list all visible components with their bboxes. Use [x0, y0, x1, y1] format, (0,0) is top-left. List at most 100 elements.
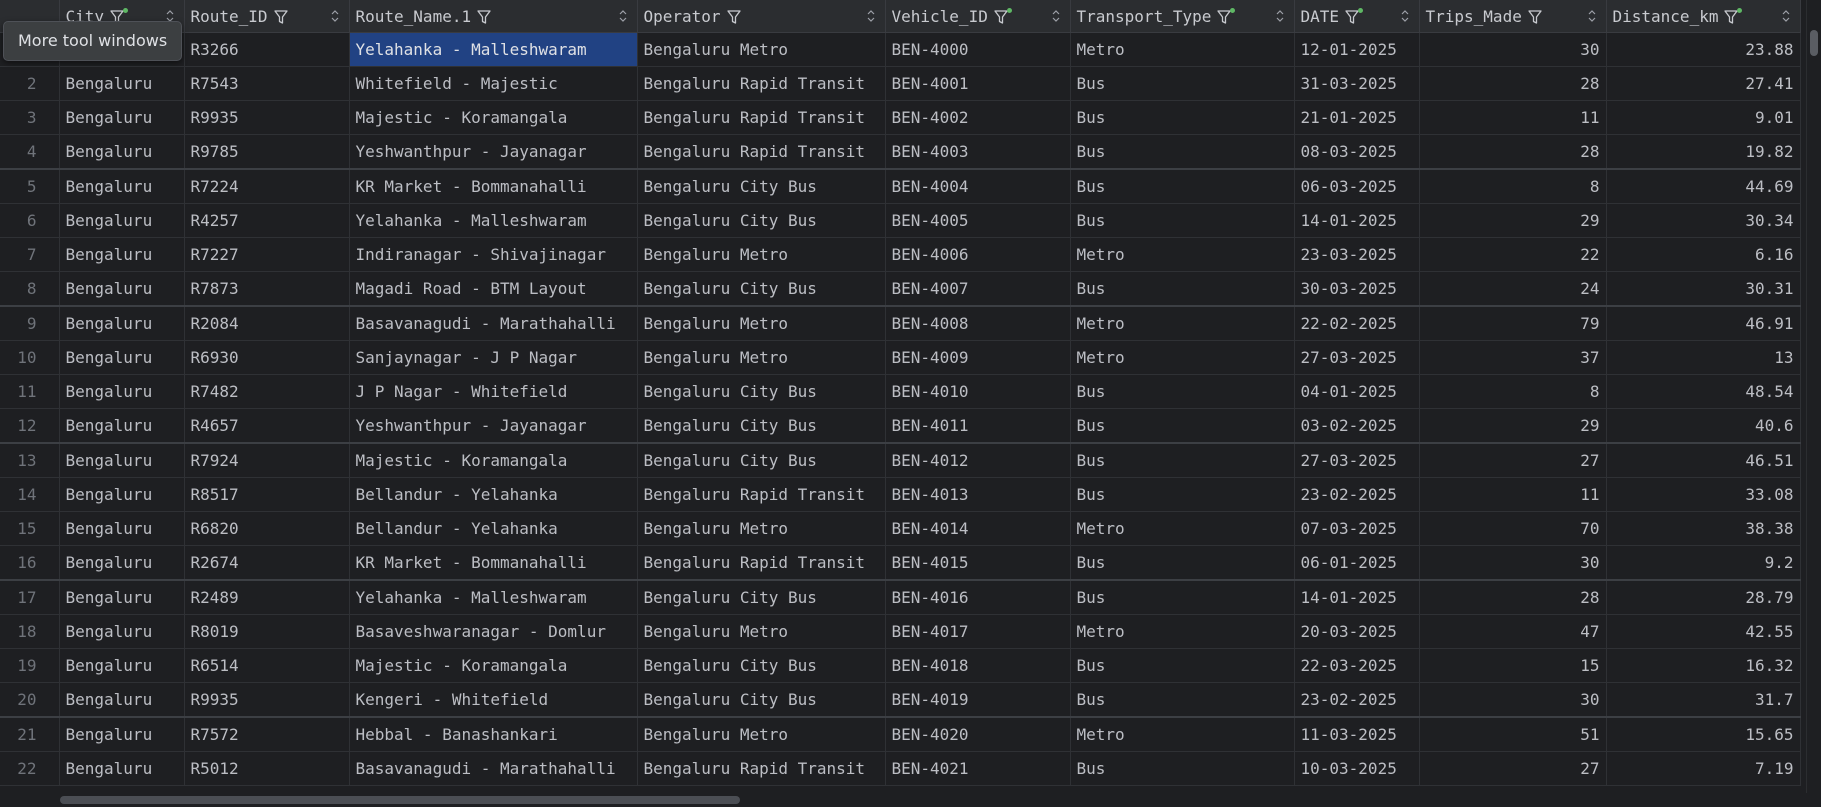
cell-city[interactable]: Bengaluru	[59, 579, 185, 615]
column-header-date[interactable]: DATE	[1294, 0, 1420, 33]
sort-icon[interactable]	[867, 8, 875, 22]
cell-trips-made[interactable]: 30	[1419, 682, 1607, 718]
table-row[interactable]: 6 Bengaluru R4257 Yelahanka - Malleshwaram B…	[0, 203, 1801, 238]
filter-icon[interactable]	[994, 7, 1012, 25]
cell-vehicle-id[interactable]: BEN-4000	[885, 32, 1071, 67]
cell-route-id[interactable]: R8517	[184, 477, 350, 512]
cell-operator[interactable]: Bengaluru City Bus	[637, 682, 886, 718]
cell-route-name-selected[interactable]: Yelahanka - Malleshwaram	[349, 32, 638, 67]
cell-route-name[interactable]: Majestic - Koramangala	[349, 442, 638, 478]
column-header-vehicle-id[interactable]: Vehicle_ID	[885, 0, 1071, 33]
cell-operator[interactable]: Bengaluru City Bus	[637, 648, 886, 683]
cell-vehicle-id[interactable]: BEN-4002	[885, 100, 1071, 135]
cell-city[interactable]: Bengaluru	[59, 716, 185, 752]
table-row[interactable]: 10 Bengaluru R6930 Sanjaynagar - J P Nagar B…	[0, 340, 1801, 375]
cell-transport-type[interactable]: Bus	[1070, 271, 1295, 307]
cell-trips-made[interactable]: 11	[1419, 477, 1607, 512]
cell-date[interactable]: 11-03-2025	[1294, 716, 1420, 752]
cell-operator[interactable]: Bengaluru Rapid Transit	[637, 134, 886, 170]
cell-route-id[interactable]: R5012	[184, 751, 350, 786]
cell-transport-type[interactable]: Bus	[1070, 579, 1295, 615]
cell-operator[interactable]: Bengaluru Metro	[637, 340, 886, 375]
horizontal-scrollbar-thumb[interactable]	[60, 796, 740, 804]
table-row[interactable]: 11 Bengaluru R7482 J P Nagar - Whitefield Be…	[0, 374, 1801, 409]
cell-distance-km[interactable]: 23.88	[1606, 32, 1801, 67]
cell-city[interactable]: Bengaluru	[59, 100, 185, 135]
cell-trips-made[interactable]: 28	[1419, 134, 1607, 170]
cell-date[interactable]: 04-01-2025	[1294, 374, 1420, 409]
cell-trips-made[interactable]: 28	[1419, 66, 1607, 101]
cell-operator[interactable]: Bengaluru City Bus	[637, 168, 886, 204]
cell-trips-made[interactable]: 28	[1419, 579, 1607, 615]
cell-operator[interactable]: Bengaluru Rapid Transit	[637, 100, 886, 135]
cell-operator[interactable]: Bengaluru City Bus	[637, 579, 886, 615]
cell-city[interactable]: Bengaluru	[59, 511, 185, 546]
cell-transport-type[interactable]: Metro	[1070, 32, 1295, 67]
cell-route-id[interactable]: R6820	[184, 511, 350, 546]
cell-route-name[interactable]: Majestic - Koramangala	[349, 100, 638, 135]
cell-route-name[interactable]: Bellandur - Yelahanka	[349, 511, 638, 546]
cell-city[interactable]: Bengaluru	[59, 271, 185, 307]
cell-date[interactable]: 06-03-2025	[1294, 168, 1420, 204]
cell-trips-made[interactable]: 8	[1419, 374, 1607, 409]
cell-route-id[interactable]: R7227	[184, 237, 350, 272]
sort-icon[interactable]	[331, 8, 339, 22]
cell-distance-km[interactable]: 13	[1606, 340, 1801, 375]
cell-transport-type[interactable]: Metro	[1070, 305, 1295, 341]
cell-city[interactable]: Bengaluru	[59, 545, 185, 581]
cell-date[interactable]: 27-03-2025	[1294, 340, 1420, 375]
cell-vehicle-id[interactable]: BEN-4012	[885, 442, 1071, 478]
cell-route-name[interactable]: KR Market - Bommanahalli	[349, 168, 638, 204]
sort-icon[interactable]	[1276, 8, 1284, 22]
cell-route-name[interactable]: Basaveshwaranagar - Domlur	[349, 614, 638, 649]
table-row[interactable]: 13 Bengaluru R7924 Majestic - Koramangala Be…	[0, 442, 1801, 478]
cell-trips-made[interactable]: 47	[1419, 614, 1607, 649]
cell-route-id[interactable]: R6514	[184, 648, 350, 683]
cell-transport-type[interactable]: Bus	[1070, 374, 1295, 409]
cell-city[interactable]: Bengaluru	[59, 648, 185, 683]
cell-route-id[interactable]: R2084	[184, 305, 350, 341]
cell-date[interactable]: 03-02-2025	[1294, 408, 1420, 444]
cell-operator[interactable]: Bengaluru Rapid Transit	[637, 66, 886, 101]
table-row[interactable]: 22 Bengaluru R5012 Basavanagudi - Marathaha…	[0, 751, 1801, 786]
cell-city[interactable]: Bengaluru	[59, 168, 185, 204]
cell-city[interactable]: Bengaluru	[59, 237, 185, 272]
cell-trips-made[interactable]: 29	[1419, 203, 1607, 238]
table-row[interactable]: 18 Bengaluru R8019 Basaveshwaranagar - Doml…	[0, 614, 1801, 649]
table-row[interactable]: 7 Bengaluru R7227 Indiranagar - Shivajinaga…	[0, 237, 1801, 272]
cell-transport-type[interactable]: Bus	[1070, 751, 1295, 786]
cell-transport-type[interactable]: Bus	[1070, 168, 1295, 204]
cell-operator[interactable]: Bengaluru Metro	[637, 716, 886, 752]
cell-distance-km[interactable]: 31.7	[1606, 682, 1801, 718]
cell-trips-made[interactable]: 70	[1419, 511, 1607, 546]
cell-vehicle-id[interactable]: BEN-4009	[885, 340, 1071, 375]
table-row[interactable]: 21 Bengaluru R7572 Hebbal - Banashankari Ben…	[0, 716, 1801, 752]
cell-route-id[interactable]: R7873	[184, 271, 350, 307]
cell-route-id[interactable]: R9935	[184, 682, 350, 718]
cell-vehicle-id[interactable]: BEN-4006	[885, 237, 1071, 272]
cell-operator[interactable]: Bengaluru City Bus	[637, 271, 886, 307]
cell-distance-km[interactable]: 28.79	[1606, 579, 1801, 615]
cell-city[interactable]: Bengaluru	[59, 374, 185, 409]
cell-date[interactable]: 23-02-2025	[1294, 477, 1420, 512]
cell-distance-km[interactable]: 7.19	[1606, 751, 1801, 786]
cell-vehicle-id[interactable]: BEN-4018	[885, 648, 1071, 683]
cell-city[interactable]: Bengaluru	[59, 408, 185, 444]
cell-trips-made[interactable]: 30	[1419, 32, 1607, 67]
table-row[interactable]: 4 Bengaluru R9785 Yeshwanthpur - Jayanagar B…	[0, 134, 1801, 170]
cell-operator[interactable]: Bengaluru Metro	[637, 32, 886, 67]
cell-vehicle-id[interactable]: BEN-4010	[885, 374, 1071, 409]
table-row[interactable]: 12 Bengaluru R4657 Yeshwanthpur - Jayanagar…	[0, 408, 1801, 444]
cell-city[interactable]: Bengaluru	[59, 442, 185, 478]
cell-route-name[interactable]: Yelahanka - Malleshwaram	[349, 579, 638, 615]
cell-distance-km[interactable]: 42.55	[1606, 614, 1801, 649]
table-row[interactable]: 17 Bengaluru R2489 Yelahanka - Malleshwaram…	[0, 579, 1801, 615]
sort-icon[interactable]	[619, 8, 627, 22]
cell-distance-km[interactable]: 16.32	[1606, 648, 1801, 683]
cell-vehicle-id[interactable]: BEN-4016	[885, 579, 1071, 615]
cell-vehicle-id[interactable]: BEN-4020	[885, 716, 1071, 752]
cell-route-id[interactable]: R8019	[184, 614, 350, 649]
cell-route-name[interactable]: Magadi Road - BTM Layout	[349, 271, 638, 307]
cell-city[interactable]: Bengaluru	[59, 477, 185, 512]
cell-route-name[interactable]: Majestic - Koramangala	[349, 648, 638, 683]
